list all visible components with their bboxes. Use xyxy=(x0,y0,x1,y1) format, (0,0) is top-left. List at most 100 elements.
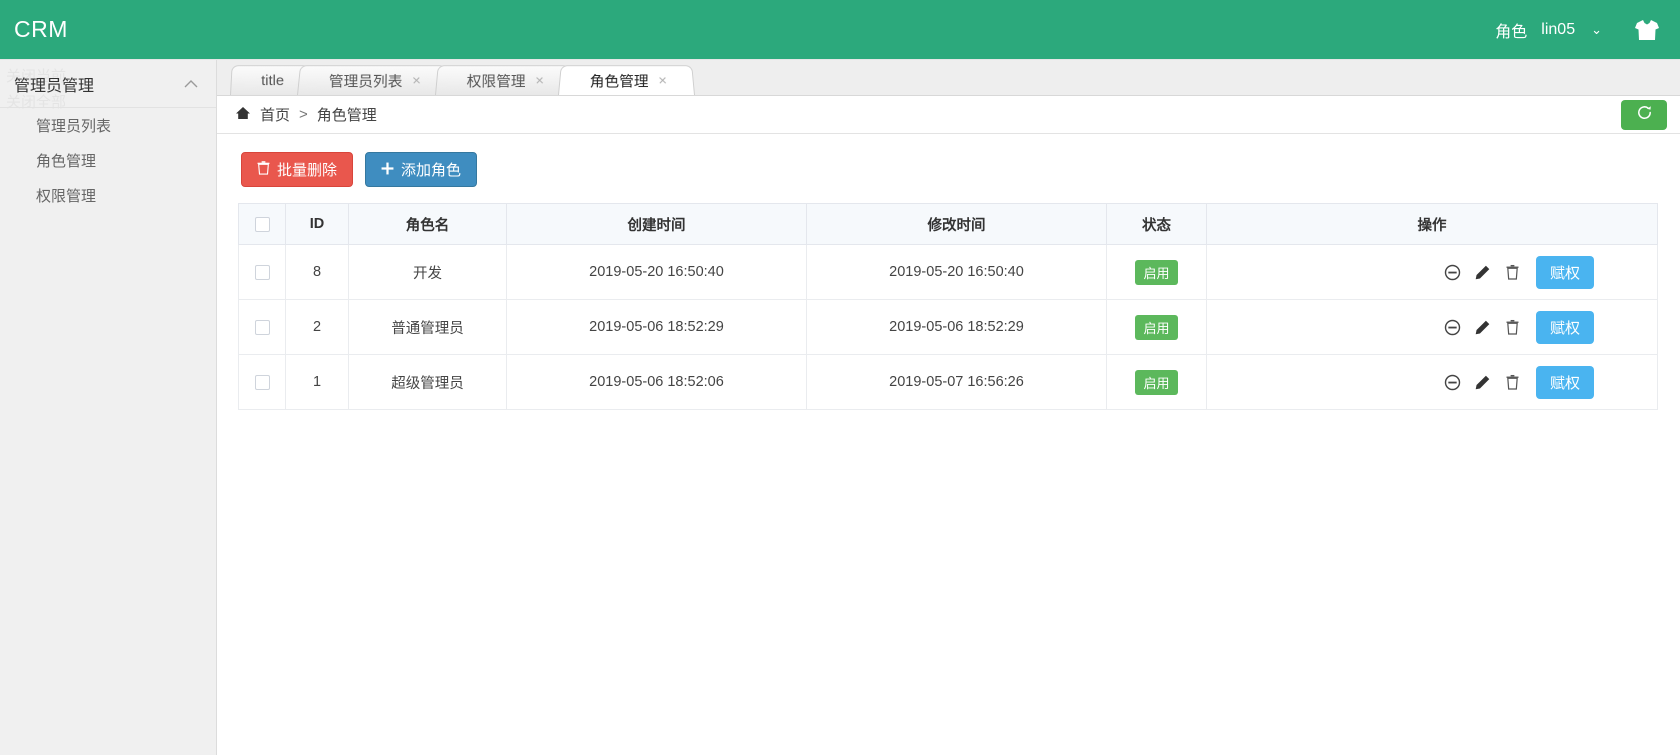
cell-modified: 2019-05-07 16:56:26 xyxy=(806,354,1107,410)
breadcrumb-home-label[interactable]: 首页 xyxy=(260,104,290,125)
home-icon[interactable] xyxy=(235,106,251,124)
add-role-label: 添加角色 xyxy=(401,162,462,179)
column-select-all xyxy=(238,203,286,245)
close-icon[interactable]: × xyxy=(412,72,422,88)
sidebar-item-label: 角色管理 xyxy=(36,153,97,170)
app-header: CRM 角色 lin05 ⌄ xyxy=(0,0,1680,60)
row-checkbox[interactable] xyxy=(254,264,270,280)
tab-label: title xyxy=(261,72,285,89)
tab-role-management[interactable]: 角色管理 × xyxy=(557,65,695,95)
row-action-group: 赋权 xyxy=(1207,365,1657,399)
refresh-button[interactable] xyxy=(1621,99,1667,130)
cell-actions: 赋权 xyxy=(1206,354,1658,410)
bulk-delete-button[interactable]: 批量删除 xyxy=(241,152,354,187)
edit-pencil-icon[interactable] xyxy=(1474,318,1492,336)
status-badge: 启用 xyxy=(1135,314,1178,340)
tab-admin-list[interactable]: 管理员列表 × xyxy=(297,65,450,95)
status-badge: 启用 xyxy=(1135,259,1178,285)
sidebar-item-role-management[interactable]: 角色管理 xyxy=(0,143,216,178)
grant-permission-button[interactable]: 赋权 xyxy=(1535,255,1594,289)
cell-modified: 2019-05-06 18:52:29 xyxy=(806,299,1107,355)
tab-permission-management[interactable]: 权限管理 × xyxy=(435,65,572,95)
add-role-button[interactable]: 添加角色 xyxy=(365,152,478,187)
table-header-row: ID 角色名 创建时间 修改时间 状态 操作 xyxy=(238,203,1658,245)
row-action-group: 赋权 xyxy=(1207,255,1657,289)
table-row[interactable]: 8 开发 2019-05-20 16:50:40 2019-05-20 16:5… xyxy=(238,244,1658,300)
column-modified: 修改时间 xyxy=(806,203,1107,245)
row-checkbox[interactable] xyxy=(254,374,270,390)
ban-icon[interactable] xyxy=(1444,263,1462,281)
cell-actions: 赋权 xyxy=(1206,244,1658,300)
cell-modified: 2019-05-20 16:50:40 xyxy=(806,244,1107,300)
column-rolename: 角色名 xyxy=(348,203,507,245)
tab-label: 管理员列表 xyxy=(329,73,403,90)
table-body: 8 开发 2019-05-20 16:50:40 2019-05-20 16:5… xyxy=(238,244,1658,410)
app-brand: CRM xyxy=(14,16,68,42)
table-row[interactable]: 1 超级管理员 2019-05-06 18:52:06 2019-05-07 1… xyxy=(238,354,1658,410)
column-created: 创建时间 xyxy=(506,203,807,245)
row-checkbox[interactable] xyxy=(254,319,270,335)
refresh-icon xyxy=(1635,103,1654,127)
column-actions: 操作 xyxy=(1206,203,1658,245)
sidebar-item-label: 权限管理 xyxy=(36,188,97,205)
bulk-delete-label: 批量删除 xyxy=(277,162,338,179)
content-panel: 首页 > 角色管理 批量删除 添加角色 ID 角色名 创建时间 修改时间 状态 … xyxy=(217,96,1680,755)
user-role-label: 角色 xyxy=(1495,23,1528,41)
delete-trash-icon[interactable] xyxy=(1504,318,1522,336)
select-all-checkbox[interactable] xyxy=(254,216,270,232)
sidebar: 关闭当前 关闭全部 管理员管理 管理员列表 角色管理 权限管理 xyxy=(0,60,217,755)
close-icon[interactable]: × xyxy=(658,72,667,88)
cell-rolename: 普通管理员 xyxy=(348,299,507,355)
row-select-cell xyxy=(238,354,286,410)
sidebar-group-admin-management[interactable]: 管理员管理 xyxy=(0,60,216,108)
username-label: lin05 xyxy=(1541,20,1576,38)
delete-trash-icon[interactable] xyxy=(1504,373,1522,391)
delete-trash-icon[interactable] xyxy=(1504,263,1522,281)
cell-id: 1 xyxy=(285,354,349,410)
cell-status: 启用 xyxy=(1106,244,1207,300)
grant-permission-button[interactable]: 赋权 xyxy=(1535,365,1594,399)
chevron-up-icon[interactable] xyxy=(184,76,198,91)
breadcrumb-bar: 首页 > 角色管理 xyxy=(217,96,1680,134)
edit-pencil-icon[interactable] xyxy=(1474,373,1492,391)
tab-bar: title 管理员列表 × 权限管理 × 角色管理 × xyxy=(217,60,1680,96)
breadcrumb-current: 角色管理 xyxy=(316,107,377,124)
row-select-cell xyxy=(238,299,286,355)
user-menu[interactable]: 角色 lin05 ⌄ xyxy=(1495,18,1602,42)
breadcrumb: 首页 > 角色管理 xyxy=(235,104,377,125)
cell-status: 启用 xyxy=(1106,354,1207,410)
table-header: ID 角色名 创建时间 修改时间 状态 操作 xyxy=(238,203,1658,245)
grant-permission-button[interactable]: 赋权 xyxy=(1535,310,1594,344)
edit-pencil-icon[interactable] xyxy=(1474,263,1492,281)
plus-icon xyxy=(381,162,394,178)
status-badge: 启用 xyxy=(1135,369,1178,395)
column-status: 状态 xyxy=(1106,203,1207,245)
row-select-cell xyxy=(238,244,286,300)
column-id: ID xyxy=(285,203,349,245)
cell-created: 2019-05-20 16:50:40 xyxy=(506,244,807,300)
table-row[interactable]: 2 普通管理员 2019-05-06 18:52:29 2019-05-06 1… xyxy=(238,299,1658,355)
cell-id: 2 xyxy=(285,299,349,355)
chevron-down-icon: ⌄ xyxy=(1591,21,1602,37)
sidebar-item-permission-management[interactable]: 权限管理 xyxy=(0,178,216,213)
close-icon[interactable]: × xyxy=(535,72,544,88)
tab-label: 角色管理 xyxy=(589,73,649,90)
ban-icon[interactable] xyxy=(1444,373,1462,391)
cell-status: 启用 xyxy=(1106,299,1207,355)
trash-icon xyxy=(257,161,270,178)
shirt-icon[interactable] xyxy=(1634,19,1660,41)
cell-created: 2019-05-06 18:52:06 xyxy=(506,354,807,410)
roles-table: ID 角色名 创建时间 修改时间 状态 操作 8 开发 2019-05-20 1… xyxy=(238,203,1658,410)
cell-rolename: 超级管理员 xyxy=(348,354,507,410)
sidebar-item-label: 管理员列表 xyxy=(36,118,112,135)
tab-label: 权限管理 xyxy=(466,73,526,90)
cell-id: 8 xyxy=(285,244,349,300)
ban-icon[interactable] xyxy=(1444,318,1462,336)
cell-created: 2019-05-06 18:52:29 xyxy=(506,299,807,355)
sidebar-group-label: 管理员管理 xyxy=(14,77,95,95)
row-action-group: 赋权 xyxy=(1207,310,1657,344)
table-toolbar: 批量删除 添加角色 xyxy=(217,134,1680,187)
header-right-cluster: 角色 lin05 ⌄ xyxy=(1495,18,1660,42)
breadcrumb-separator: > xyxy=(299,106,308,123)
cell-actions: 赋权 xyxy=(1206,299,1658,355)
